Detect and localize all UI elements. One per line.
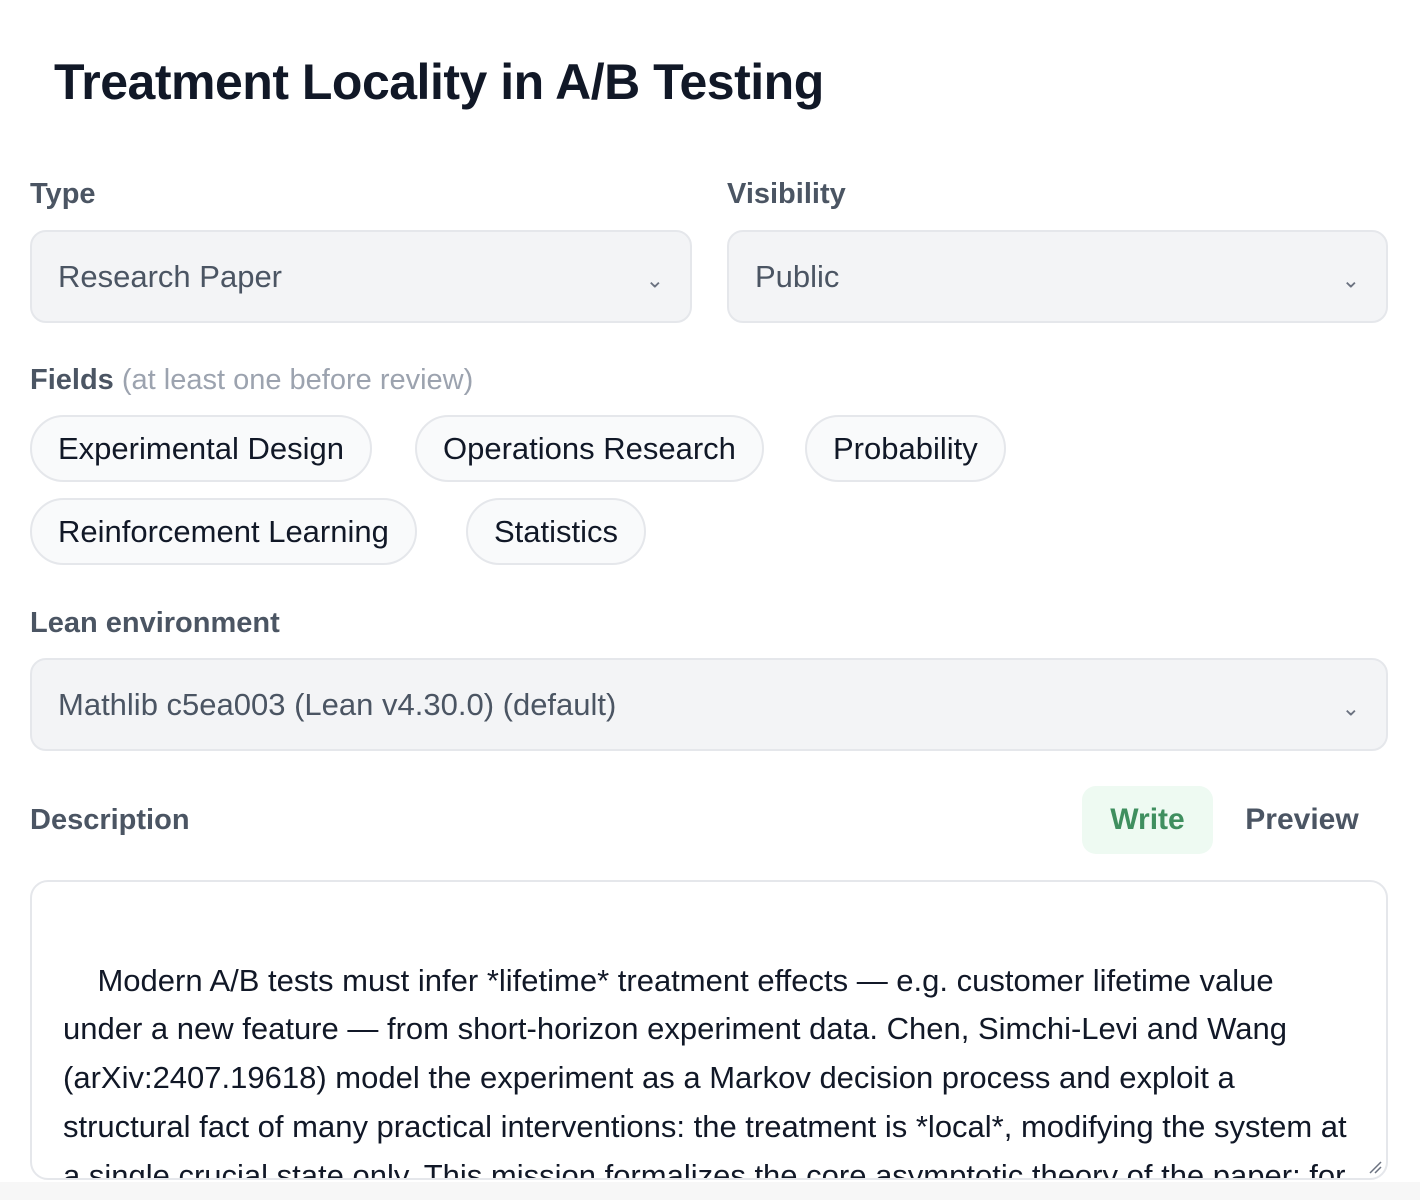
field-chip-statistics[interactable]: Statistics	[466, 498, 647, 565]
lean-env-select[interactable]: Mathlib c5ea003 (Lean v4.30.0) (default)…	[30, 658, 1388, 751]
visibility-label: Visibility	[727, 178, 846, 210]
chevron-down-icon: ⌄	[1341, 695, 1360, 721]
chevron-down-icon: ⌄	[1341, 267, 1360, 293]
type-select-value: Research Paper	[58, 258, 283, 294]
type-label: Type	[30, 178, 96, 210]
fields-label: Fields (at least one before review)	[30, 362, 473, 398]
visibility-select[interactable]: Public ⌄	[727, 230, 1388, 323]
fields-label-text: Fields	[30, 364, 114, 396]
tab-preview[interactable]: Preview	[1222, 786, 1382, 854]
field-chip-probability[interactable]: Probability	[805, 415, 1006, 482]
lean-env-select-value: Mathlib c5ea003 (Lean v4.30.0) (default)	[58, 686, 617, 722]
page-title: Treatment Locality in A/B Testing	[54, 54, 824, 110]
fields-hint: (at least one before review)	[121, 364, 474, 396]
description-text: Modern A/B tests must infer *lifetime* t…	[63, 962, 1347, 1180]
bottom-divider	[0, 1182, 1420, 1200]
field-chip-experimental-design[interactable]: Experimental Design	[30, 415, 373, 482]
visibility-select-value: Public	[755, 258, 840, 294]
tab-write[interactable]: Write	[1082, 786, 1213, 854]
resize-handle-icon[interactable]	[1368, 1160, 1382, 1174]
field-chip-operations-research[interactable]: Operations Research	[415, 415, 764, 482]
chevron-down-icon: ⌄	[645, 267, 664, 293]
field-chip-reinforcement-learning[interactable]: Reinforcement Learning	[30, 498, 417, 565]
description-label: Description	[30, 804, 190, 836]
lean-env-label: Lean environment	[30, 607, 280, 639]
description-textarea[interactable]: Modern A/B tests must infer *lifetime* t…	[30, 880, 1388, 1180]
type-select[interactable]: Research Paper ⌄	[30, 230, 692, 323]
new-mission-form: Treatment Locality in A/B Testing Type R…	[0, 0, 1420, 1200]
